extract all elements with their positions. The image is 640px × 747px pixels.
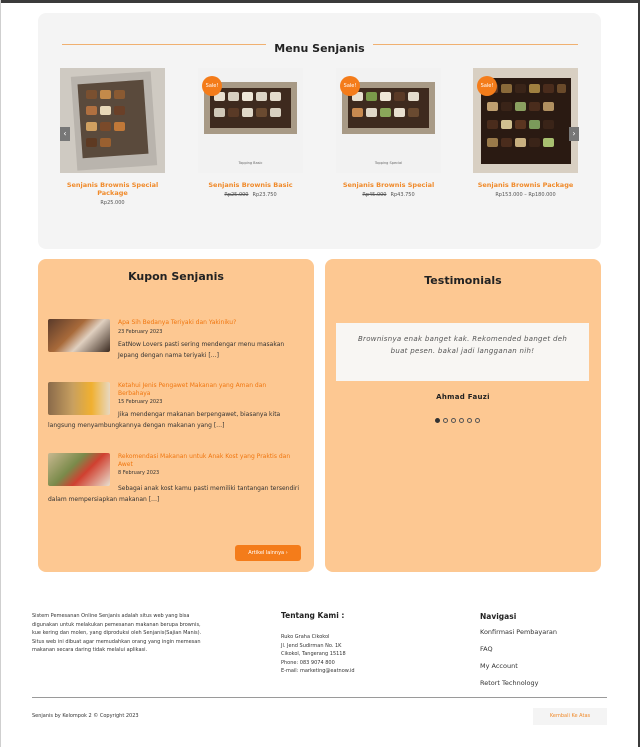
post-date: 15 February 2023 — [118, 399, 163, 405]
product-card[interactable]: Sale! Senjanis Brownis Package Rp153.000… — [473, 68, 578, 198]
back-to-top-button[interactable]: Kembali Ke Atas — [533, 708, 607, 725]
post-thumbnail[interactable] — [48, 453, 110, 486]
post-title[interactable]: Apa Sih Bedanya Teriyaki dan Yakiniku? — [118, 319, 298, 327]
carousel-dot[interactable] — [435, 418, 440, 423]
nav-link-retort[interactable]: Retort Technology — [480, 679, 538, 687]
product-name[interactable]: Senjanis Brownis Package — [473, 181, 578, 189]
product-image[interactable]: Topping Basic Sale! — [198, 68, 303, 173]
menu-title: Menu Senjanis — [266, 42, 373, 55]
post-excerpt: Jika mendengar makanan berpengawet, bias… — [48, 411, 281, 429]
contact-line: Ruko Graha Cikokol — [281, 634, 330, 640]
testimonials-section: Testimonials Brownisnya enak banget kak.… — [325, 259, 601, 572]
product-card[interactable]: Topping Basic Sale! Senjanis Brownis Bas… — [198, 68, 303, 198]
post-title[interactable]: Ketahui Jenis Pengawet Makanan yang Aman… — [118, 382, 298, 398]
copyright-text: Senjanis by Kelompok 2 © Copyright 2023 — [32, 713, 139, 719]
footer-contact: Ruko Graha Cikokol Jl. Jend Sudirman No.… — [281, 633, 355, 676]
carousel-dot[interactable] — [451, 418, 456, 423]
sale-badge: Sale! — [477, 76, 497, 96]
contact-line: Phone: 083 9074 800 — [281, 659, 335, 666]
product-image[interactable] — [60, 68, 165, 173]
footer-contact-title: Tentang Kami : — [281, 611, 345, 620]
product-caption: Topping Special — [374, 161, 403, 165]
chevron-right-icon: › — [285, 550, 288, 556]
kupon-section: Kupon Senjanis Apa Sih Bedanya Teriyaki … — [38, 259, 314, 572]
more-articles-button[interactable]: Artikel lainnya › — [235, 545, 301, 561]
product-card[interactable]: Topping Special Sale! Senjanis Brownis S… — [336, 68, 441, 198]
post-thumbnail[interactable] — [48, 319, 110, 352]
browser-top-border — [0, 0, 640, 3]
contact-line: Cikokol, Tangerang 15118 — [281, 651, 346, 657]
testimonial-author: Ahmad Fauzi — [436, 393, 490, 401]
sale-badge: Sale! — [340, 76, 360, 96]
product-image[interactable]: Sale! — [473, 68, 578, 173]
testimonials-title: Testimonials — [424, 274, 502, 287]
product-name[interactable]: Senjanis Brownis Basic — [198, 181, 303, 189]
kupon-title: Kupon Senjanis — [128, 270, 224, 283]
product-caption: Topping Basic — [238, 161, 263, 165]
footer-nav-title: Navigasi — [480, 612, 517, 621]
product-price: Rp153.000 – Rp180.000 — [495, 192, 556, 198]
footer-divider — [32, 697, 607, 698]
testimonial-quote: Brownisnya enak banget kak. Rekomended b… — [336, 323, 589, 381]
product-price: Rp25.000 Rp23.750 — [224, 192, 277, 198]
carousel-dot[interactable] — [475, 418, 480, 423]
carousel-dots — [435, 418, 480, 423]
product-image[interactable]: Topping Special Sale! — [336, 68, 441, 173]
product-card[interactable]: Senjanis Brownis Special Package Rp25.00… — [60, 68, 165, 206]
carousel-dot[interactable] — [459, 418, 464, 423]
menu-section: Menu Senjanis Senjanis Brownis Special P… — [38, 13, 601, 249]
nav-link-my-account[interactable]: My Account — [480, 662, 518, 670]
post-date: 23 February 2023 — [118, 329, 163, 335]
nav-link-konfirmasi[interactable]: Konfirmasi Pembayaran — [480, 628, 557, 636]
chevron-right-icon: › — [572, 129, 576, 138]
post-date: 8 February 2023 — [118, 470, 160, 476]
carousel-next-button[interactable]: › — [569, 127, 579, 141]
product-price: Rp45.000 Rp43.750 — [362, 192, 415, 198]
footer-about-text: Sistem Pemesanan Online Senjanis adalah … — [32, 613, 202, 653]
frame-left-border — [0, 0, 1, 747]
contact-line: E-mail: marketing@eatnow.id — [281, 668, 355, 674]
post-title[interactable]: Rekomendasi Makanan untuk Anak Kost yang… — [118, 453, 298, 469]
post-excerpt: EatNow Lovers pasti sering mendengar men… — [118, 341, 285, 359]
nav-link-faq[interactable]: FAQ — [480, 645, 493, 653]
product-price: Rp25.000 — [100, 200, 125, 206]
contact-line: Jl. Jend Sudirman No. 1K — [281, 642, 342, 649]
carousel-dot[interactable] — [467, 418, 472, 423]
carousel-dot[interactable] — [443, 418, 448, 423]
sale-badge: Sale! — [202, 76, 222, 96]
product-name[interactable]: Senjanis Brownis Special — [336, 181, 441, 189]
product-name[interactable]: Senjanis Brownis Special Package — [60, 181, 165, 197]
chevron-left-icon: ‹ — [63, 129, 67, 138]
carousel-prev-button[interactable]: ‹ — [60, 127, 70, 141]
post-excerpt: Sebagai anak kost kamu pasti memiliki ta… — [48, 485, 300, 503]
